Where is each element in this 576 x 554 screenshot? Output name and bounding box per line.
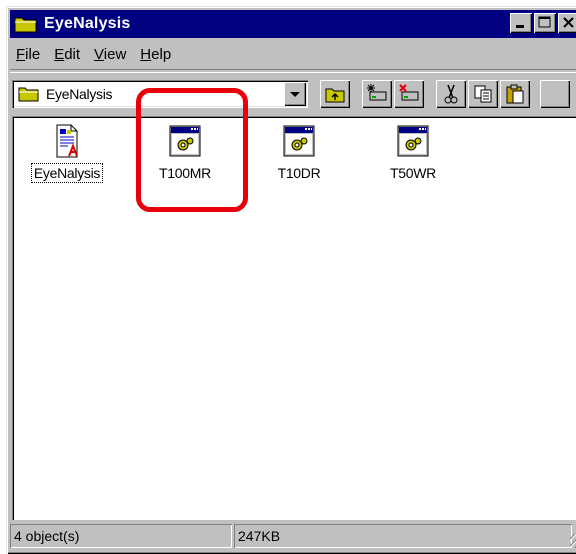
copy-button[interactable]: [468, 80, 498, 108]
status-object-count: 4 object(s): [10, 524, 232, 548]
highlight-annotation: [136, 88, 248, 212]
maximize-button[interactable]: [534, 13, 556, 33]
application-icon: [397, 124, 429, 158]
up-folder-button[interactable]: [320, 80, 350, 108]
copy-icon: [474, 85, 492, 103]
application-icon: [283, 124, 315, 158]
resize-grip[interactable]: [570, 534, 576, 548]
close-button[interactable]: [558, 13, 576, 33]
menu-separator: [10, 69, 576, 73]
explorer-window: EyeNalysis File Edit View Help EyeNalysi…: [6, 6, 576, 554]
file-item[interactable]: T50WR: [368, 124, 458, 183]
disconnect-drive-button[interactable]: [394, 80, 424, 108]
document-icon: [51, 124, 83, 158]
minimize-button[interactable]: [510, 13, 532, 33]
menu-help[interactable]: Help: [134, 46, 179, 63]
cut-button[interactable]: [436, 80, 466, 108]
toolbar: EyeNalysis: [10, 76, 576, 112]
address-value: EyeNalysis: [46, 86, 113, 102]
toolbar-overflow-button[interactable]: [540, 80, 570, 108]
menu-view[interactable]: View: [88, 46, 134, 63]
window-title: EyeNalysis: [44, 15, 131, 32]
folder-icon: [14, 14, 38, 34]
menu-edit[interactable]: Edit: [48, 46, 88, 63]
map-drive-button[interactable]: [362, 80, 392, 108]
file-name: T50WR: [390, 165, 436, 181]
file-item[interactable]: T10DR: [254, 124, 344, 183]
status-bar: 4 object(s) 247KB: [10, 524, 576, 550]
file-list-pane[interactable]: EyeNalysis T100MR T10DR T50WR: [12, 116, 576, 520]
menu-file[interactable]: File: [10, 46, 48, 63]
up-folder-icon: [325, 88, 345, 103]
file-name: T10DR: [277, 165, 321, 181]
status-size: 247KB: [234, 524, 572, 548]
folder-icon: [18, 86, 40, 102]
menu-bar: File Edit View Help: [10, 42, 576, 66]
cut-icon: [444, 84, 458, 104]
file-item[interactable]: EyeNalysis: [22, 124, 112, 183]
disconnect-drive-icon: [399, 84, 419, 101]
paste-button[interactable]: [500, 80, 530, 108]
title-bar[interactable]: EyeNalysis: [10, 10, 576, 38]
map-drive-icon: [367, 84, 387, 101]
file-name: EyeNalysis: [30, 163, 104, 183]
dropdown-arrow-icon[interactable]: [284, 82, 306, 106]
paste-icon: [506, 84, 524, 104]
